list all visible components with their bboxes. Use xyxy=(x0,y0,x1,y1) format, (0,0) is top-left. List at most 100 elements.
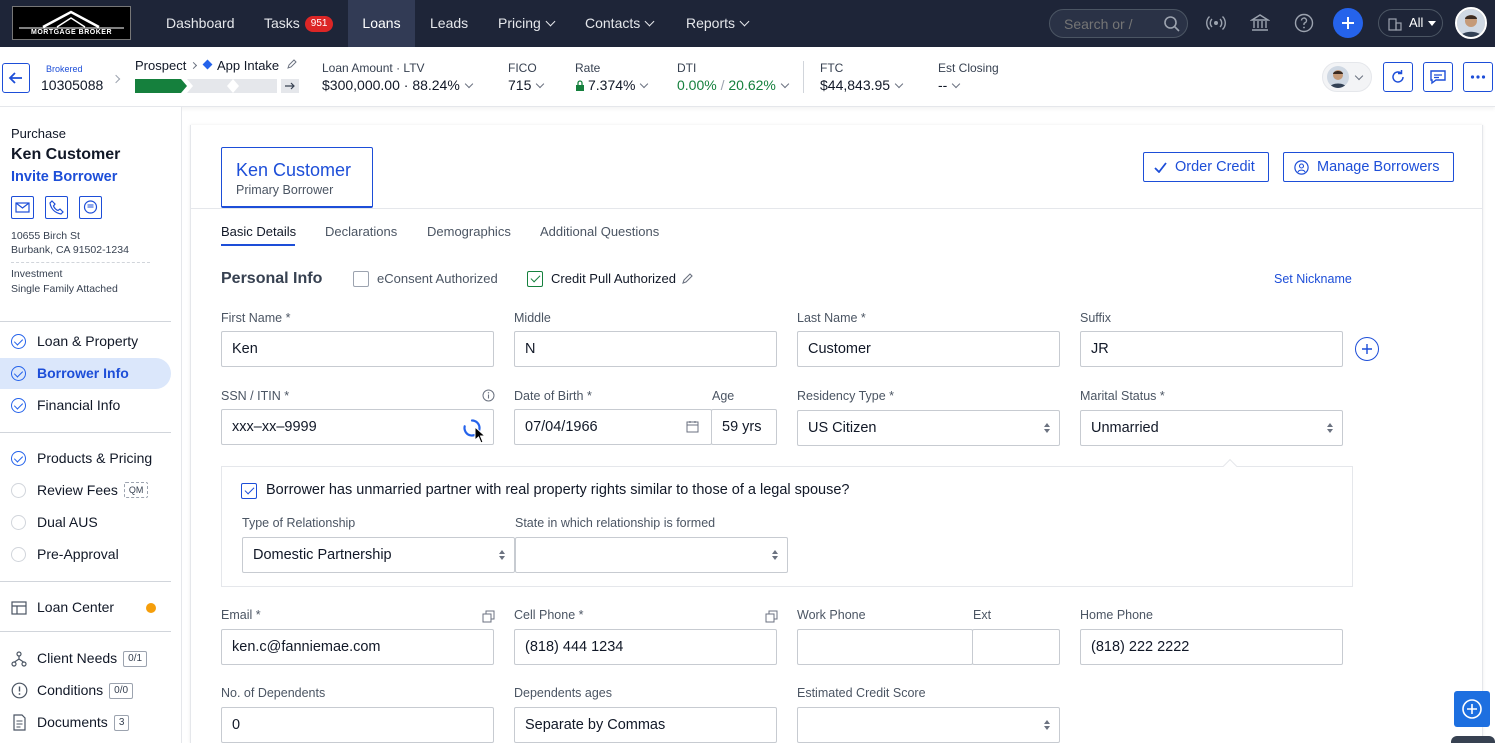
messages-button[interactable] xyxy=(1423,62,1453,92)
call-borrower-button[interactable] xyxy=(45,196,68,219)
sidebar-item-products-pricing[interactable]: Products & Pricing xyxy=(0,443,171,474)
nav-dashboard[interactable]: Dashboard xyxy=(166,0,235,47)
add-name-button[interactable] xyxy=(1355,337,1379,361)
info-icon[interactable] xyxy=(482,389,495,402)
plus-icon xyxy=(1362,344,1372,354)
loan-officer-selector[interactable] xyxy=(1322,62,1372,92)
back-button[interactable] xyxy=(2,63,30,93)
relationship-state-select[interactable] xyxy=(515,537,788,573)
dti-value[interactable]: 0.00% / 20.62% xyxy=(677,77,790,93)
sidebar-item-loan-center[interactable]: Loan Center xyxy=(0,592,171,623)
refresh-button[interactable] xyxy=(1383,62,1413,92)
tab-demographics[interactable]: Demographics xyxy=(427,224,511,239)
est-closing-value[interactable]: -- xyxy=(938,77,961,93)
sidebar-item-label: Conditions xyxy=(37,682,104,698)
ftc-value[interactable]: $44,843.95 xyxy=(820,77,904,93)
rate-value[interactable]: 7.374% xyxy=(575,77,649,93)
chevron-down-icon xyxy=(644,16,655,27)
work-phone-input[interactable] xyxy=(797,629,973,665)
tab-declarations[interactable]: Declarations xyxy=(325,224,397,239)
edit-icon[interactable] xyxy=(286,59,297,70)
nav-leads[interactable]: Leads xyxy=(430,0,468,47)
nav-tasks-label: Tasks xyxy=(264,15,300,31)
invite-borrower-link[interactable]: Invite Borrower xyxy=(11,169,117,185)
sidebar-item-conditions[interactable]: Conditions 0/0 xyxy=(0,675,171,706)
loan-summary-bar: Brokered 10305088 Prospect App Intake Lo… xyxy=(0,47,1495,107)
middle-name-input[interactable]: N xyxy=(514,331,777,367)
nav-loans[interactable]: Loans xyxy=(348,0,415,47)
order-credit-button[interactable]: Order Credit xyxy=(1143,152,1269,182)
sidebar-item-loan-property[interactable]: Loan & Property xyxy=(0,326,171,357)
borrower-card[interactable]: Ken Customer Primary Borrower xyxy=(221,147,373,208)
nav-contacts-label: Contacts xyxy=(585,15,641,31)
dob-input[interactable]: 07/04/1966 xyxy=(514,409,712,445)
cell-phone-input[interactable]: (818) 444 1234 xyxy=(514,629,777,665)
more-options-button[interactable] xyxy=(1463,62,1493,92)
user-avatar[interactable] xyxy=(1455,7,1487,39)
copy-icon[interactable] xyxy=(765,610,778,623)
create-new-button[interactable] xyxy=(1333,8,1363,38)
marital-status-select[interactable]: Unmarried xyxy=(1080,410,1343,446)
edit-icon[interactable] xyxy=(681,272,694,285)
credit-score-select[interactable] xyxy=(797,707,1060,743)
home-phone-input[interactable]: (818) 222 2222 xyxy=(1080,629,1343,665)
tab-basic-details[interactable]: Basic Details xyxy=(221,224,296,239)
calendar-icon[interactable] xyxy=(686,420,699,433)
dependents-ages-input[interactable]: Separate by Commas xyxy=(514,707,777,743)
email-label: Email * xyxy=(221,608,261,622)
floating-widget-tab[interactable] xyxy=(1451,736,1495,743)
sidebar-item-dual-aus[interactable]: Dual AUS xyxy=(0,507,171,538)
relationship-type-select[interactable]: Domestic Partnership xyxy=(242,537,515,573)
loan-amount-value[interactable]: $300,000.00 · 88.24% xyxy=(322,77,474,93)
marital-status-value: Unmarried xyxy=(1091,420,1159,436)
search-icon[interactable] xyxy=(1163,15,1181,33)
search-input[interactable] xyxy=(1064,15,1156,33)
scope-selector[interactable]: All xyxy=(1378,9,1443,37)
unmarried-partner-checkbox[interactable] xyxy=(241,483,257,499)
loan-substage[interactable]: App Intake xyxy=(217,58,279,73)
manage-borrowers-button[interactable]: Manage Borrowers xyxy=(1283,152,1454,182)
qm-tag: QM xyxy=(123,482,149,498)
ext-input[interactable] xyxy=(972,629,1060,665)
tab-additional-questions[interactable]: Additional Questions xyxy=(540,224,659,239)
nav-reports[interactable]: Reports xyxy=(686,0,750,47)
sidebar-item-pre-approval[interactable]: Pre-Approval xyxy=(0,539,171,570)
email-input[interactable]: ken.c@fanniemae.com xyxy=(221,629,494,665)
suffix-input[interactable]: JR xyxy=(1080,331,1343,367)
residency-select[interactable]: US Citizen xyxy=(797,410,1060,446)
nav-tasks[interactable]: Tasks 951 xyxy=(264,0,334,47)
broadcast-icon[interactable] xyxy=(1206,13,1226,33)
ssn-input[interactable]: xxx–xx–9999 xyxy=(221,409,494,445)
sidebar-item-financial-info[interactable]: Financial Info xyxy=(0,390,171,421)
est-closing-label: Est Closing xyxy=(938,61,999,75)
scope-label: All xyxy=(1409,15,1424,30)
help-icon[interactable] xyxy=(1294,13,1314,33)
global-search[interactable] xyxy=(1049,9,1188,38)
loan-sidebar: Purchase Ken Customer Invite Borrower 10… xyxy=(0,107,182,743)
credit-pull-checkbox[interactable] xyxy=(527,271,543,287)
econsent-checkbox[interactable] xyxy=(353,271,369,287)
sidebar-item-borrower-info[interactable]: Borrower Info xyxy=(0,358,171,389)
nav-pricing[interactable]: Pricing xyxy=(498,0,556,47)
copy-icon[interactable] xyxy=(482,610,495,623)
dependents-input[interactable]: 0 xyxy=(221,707,494,743)
set-nickname-link[interactable]: Set Nickname xyxy=(1274,272,1352,286)
bank-icon[interactable] xyxy=(1250,13,1270,33)
company-logo[interactable]: MORTGAGE BROKER xyxy=(12,6,131,40)
text-borrower-button[interactable] xyxy=(79,196,102,219)
next-stage-button[interactable] xyxy=(281,79,299,93)
loan-number[interactable]: 10305088 xyxy=(41,77,103,93)
floating-add-button[interactable] xyxy=(1454,691,1490,727)
select-arrows-icon xyxy=(499,550,505,560)
sidebar-item-review-fees[interactable]: Review Fees QM xyxy=(0,475,171,506)
document-icon xyxy=(13,714,26,731)
last-name-input[interactable]: Customer xyxy=(797,331,1060,367)
sidebar-item-client-needs[interactable]: Client Needs 0/1 xyxy=(0,643,171,674)
chevron-down-icon xyxy=(894,79,904,89)
fico-value[interactable]: 715 xyxy=(508,77,545,93)
sidebar-item-documents[interactable]: Documents 3 xyxy=(0,707,171,738)
first-name-input[interactable]: Ken xyxy=(221,331,494,367)
nav-contacts[interactable]: Contacts xyxy=(585,0,655,47)
email-borrower-button[interactable] xyxy=(11,196,34,219)
loan-stage[interactable]: Prospect xyxy=(135,58,186,73)
